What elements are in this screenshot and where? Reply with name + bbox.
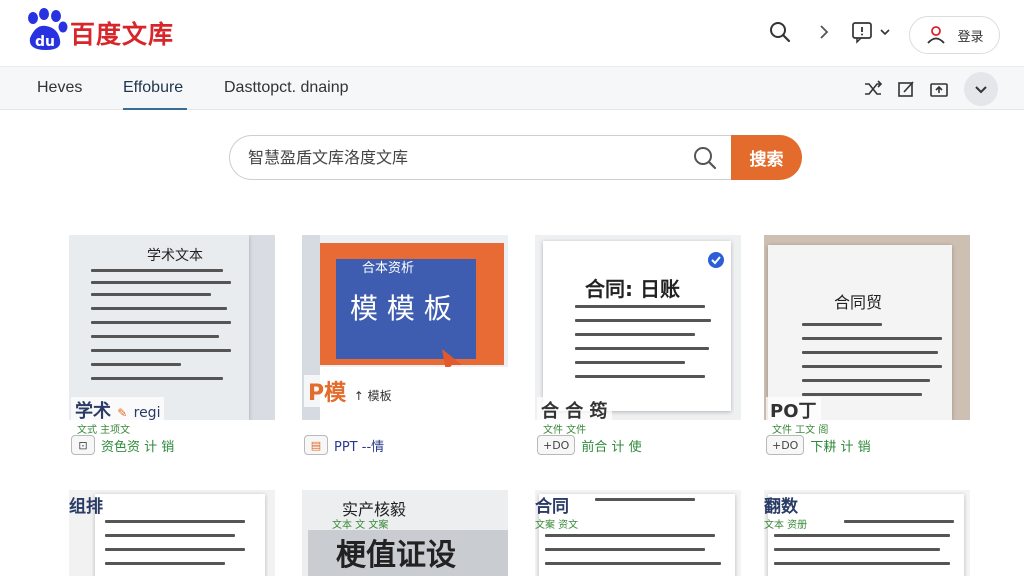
document-card[interactable]: 实产核毅 文本 文 文案 梗值证设 [302,490,508,576]
card-meta-text: PPT --情 [334,439,385,455]
checkmark-badge-icon [708,252,724,268]
document-thumbnail: 学术文本 [69,235,275,420]
card-subtitle: 文件 工文 阁 [772,425,829,436]
active-tab-underline [123,108,187,110]
document-card[interactable]: 组排 [69,490,275,576]
card-title: P模 ↑ 模板 [304,375,396,407]
search-button[interactable]: 搜索 [731,135,802,180]
card-badge: +DO [766,435,805,455]
thumb-big-text: 梗值证设 [336,538,456,573]
card-meta: +DO 下耕 计 销 [766,435,871,455]
search-bar: 搜索 [229,135,802,180]
thumb-heading: 组排 [69,497,103,517]
message-dropdown-icon[interactable] [850,18,896,46]
card-meta: +DO 前合 计 使 [537,435,642,455]
shuffle-icon[interactable] [859,75,887,103]
svg-text:du: du [35,34,55,50]
card-meta: ⊡ 资色资 计 销 [71,435,174,455]
tab-active[interactable]: Effobure [123,79,183,97]
card-meta-text: 下耕 计 销 [810,439,871,455]
document-thumbnail: 合同 文案 资文 [535,490,741,576]
edit-icon[interactable] [892,75,920,103]
chevron-down-icon[interactable] [964,72,998,106]
card-title: 合 合 筠 [537,397,612,423]
thumb-heading: 翻数 [764,497,798,517]
card-meta-text: 资色资 计 销 [101,439,175,455]
search-icon[interactable] [766,18,794,46]
login-button[interactable]: 登录 [909,16,1000,54]
card-subtitle: 文案 资文 [535,520,579,531]
tab-third[interactable]: Dasttopct. dnainp [224,79,349,97]
card-title: PO丁 [766,397,821,423]
search-input[interactable] [229,135,749,180]
document-thumbnail: 合同贸 [764,235,970,420]
user-icon [927,26,946,44]
thumb-heading: 合本资析 [362,261,415,276]
paw-logo-icon: du [24,8,68,52]
top-header: du 百度文库 登录 [0,0,1024,66]
document-thumbnail: 实产核毅 文本 文 文案 梗值证设 [302,490,508,576]
upload-icon[interactable] [925,75,953,103]
thumb-big-text: 模 模 板 [350,292,452,325]
thumb-heading: 合同 [535,497,569,517]
card-meta-text: 前合 计 使 [581,439,642,455]
document-thumbnail: 组排 [69,490,275,576]
document-card[interactable]: 合同 文案 资文 [535,490,741,576]
card-meta: ▤ PPT --情 [304,435,384,455]
thumb-heading: 合同: 日账 [585,277,680,301]
card-subtitle: 文式 主项文 [77,425,131,436]
tab-home[interactable]: Heves [37,79,82,97]
search-magnifier-icon[interactable] [691,144,719,172]
doc-type-icon: ⊡ [71,435,95,455]
chevron-right-icon[interactable] [810,18,838,46]
document-thumbnail: 合同: 日账 [535,235,741,420]
card-title: 学术 ✎ regi [71,397,165,423]
login-label: 登录 [957,29,984,45]
card-subtitle: 文件 文件 [543,425,587,436]
nav-bar: Heves Effobure Dasttopct. dnainp [0,66,1024,110]
thumb-heading: 学术文本 [147,248,203,264]
card-subtitle: 文本 资册 [764,520,808,531]
card-badge: +DO [537,435,576,455]
logo-text: 百度文库 [70,20,175,49]
document-card[interactable]: 翻数 文本 资册 [764,490,970,576]
ppt-icon: ▤ [304,435,328,455]
baidu-wenku-logo[interactable]: du 百度文库 [24,8,174,52]
document-thumbnail: 翻数 文本 资册 [764,490,970,576]
thumb-heading: 合同贸 [834,293,883,312]
card-subtitle: 文本 文 文案 [332,520,389,531]
